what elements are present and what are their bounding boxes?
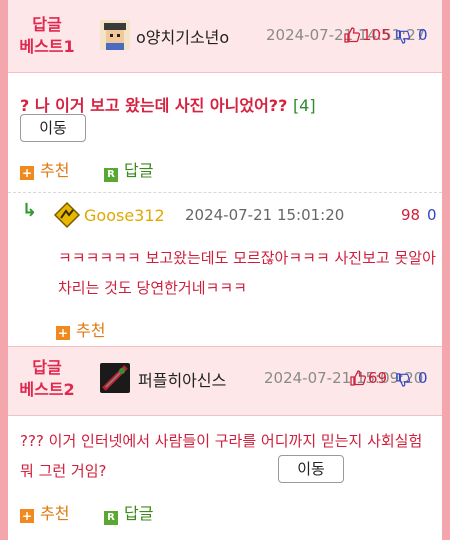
recommend-label: 추천	[76, 321, 106, 340]
plus-icon: +	[20, 166, 34, 180]
upvote-count: 98	[401, 206, 421, 224]
thumb-down-icon[interactable]	[396, 372, 411, 392]
downvote-count: 0	[418, 26, 428, 44]
best1-header: 답글 베스트1 o양치기소년o 2024-07-21 14:51:27 105 …	[8, 0, 442, 73]
avatar[interactable]	[52, 200, 82, 230]
comment-title-text: ? 나 이거 보고 왔는데 사진 아니었어??	[20, 96, 288, 115]
divider	[8, 192, 442, 193]
move-button[interactable]: 이동	[278, 455, 344, 483]
best1-label: 답글 베스트1	[19, 15, 75, 56]
downvote-count: 0	[418, 369, 428, 387]
r-badge-icon: R	[104, 168, 118, 182]
plus-icon: +	[56, 326, 70, 340]
reply-arrow-icon: ↳	[22, 200, 38, 221]
recommend-button[interactable]: + 추천	[56, 317, 105, 341]
author-nickname[interactable]: Goose312	[84, 206, 165, 225]
comment-body: ??? 이거 인터넷에서 사람들이 구라를 어디까지 믿는지 사회실험 뭐 그런…	[20, 432, 423, 480]
thumb-up-icon[interactable]	[350, 370, 367, 390]
reply-label: 답글	[124, 161, 154, 180]
upvote-count: 69	[368, 369, 388, 387]
recommend-button[interactable]: + 추천	[20, 500, 69, 524]
avatar[interactable]	[100, 20, 130, 50]
post-date: 2024-07-21 15:01:20	[185, 206, 345, 224]
reply-count[interactable]: [4]	[293, 96, 316, 115]
best2-label: 답글 베스트2	[19, 358, 75, 399]
reply-button[interactable]: R 답글	[104, 157, 153, 182]
r-badge-icon: R	[104, 511, 118, 525]
comment-panel: 답글 베스트1 o양치기소년o 2024-07-21 14:51:27 105 …	[8, 0, 442, 540]
recommend-label: 추천	[40, 504, 70, 523]
reply-button[interactable]: R 답글	[104, 500, 153, 525]
comment-title: ? 나 이거 보고 왔는데 사진 아니었어?? [4]	[20, 92, 316, 116]
plus-icon: +	[20, 509, 34, 523]
move-button[interactable]: 이동	[20, 114, 86, 142]
recommend-button[interactable]: + 추천	[20, 157, 69, 181]
reply-label: 답글	[124, 504, 154, 523]
thumb-down-icon[interactable]	[396, 29, 411, 49]
upvote-count: 105	[362, 26, 391, 44]
comment-body: ㅋㅋㅋㅋㅋㅋ 보고왔는데도 모르잖아ㅋㅋㅋ 사진보고 못알아차리는 것도 당연한…	[58, 249, 436, 297]
author-nickname[interactable]: o양치기소년o	[136, 24, 229, 48]
downvote-count: 0	[427, 206, 437, 224]
recommend-label: 추천	[40, 161, 70, 180]
thumb-up-icon[interactable]	[344, 27, 361, 47]
avatar[interactable]	[100, 363, 130, 393]
best2-header: 답글 베스트2 퍼플히아신스 2024-07-21 15:09:20 69 0	[8, 346, 442, 416]
author-nickname[interactable]: 퍼플히아신스	[138, 367, 226, 391]
